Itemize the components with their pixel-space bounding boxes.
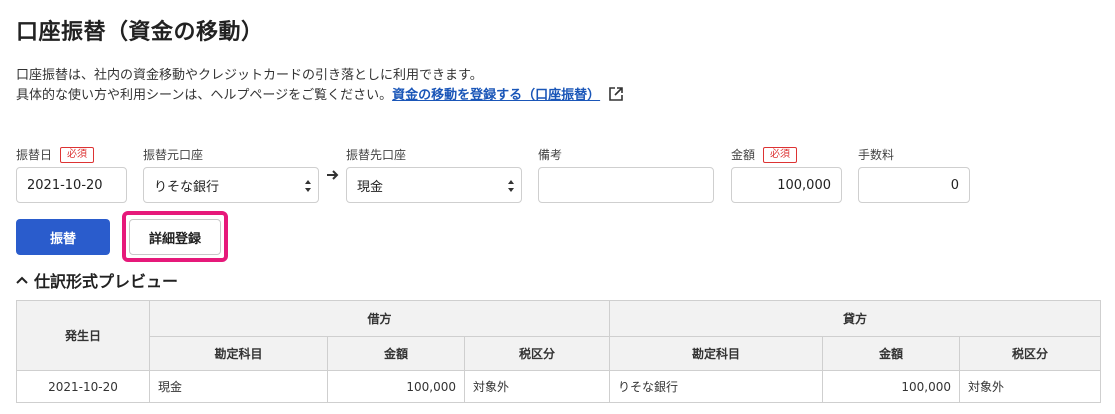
row-debit-amount: 100,000	[327, 370, 465, 403]
fee-input[interactable]: 0	[858, 167, 970, 203]
date-label-text: 振替日	[16, 148, 53, 162]
fee-label: 手数料	[858, 146, 894, 163]
required-badge: 必須	[60, 146, 95, 163]
amount-label: 金額 必須	[731, 146, 798, 163]
select-arrows-icon	[508, 180, 514, 192]
amount-input[interactable]: 100,000	[731, 167, 842, 203]
row-credit-amount: 100,000	[822, 370, 960, 403]
header-debit: 借方	[149, 300, 610, 337]
memo-label-text: 備考	[538, 148, 563, 162]
row-debit-account: 現金	[149, 370, 328, 403]
header-credit-tax: 税区分	[959, 336, 1101, 371]
from-account-value: りそな銀行	[154, 179, 220, 195]
to-account-value: 現金	[357, 179, 384, 195]
preview-toggle[interactable]: 仕訳形式プレビュー	[16, 268, 178, 292]
account-transfer-page: 口座振替（資金の移動） 口座振替は、社内の資金移動やクレジットカードの引き落とし…	[0, 0, 1115, 414]
to-account-label-text: 振替先口座	[346, 148, 407, 162]
header-credit: 貸方	[609, 300, 1101, 337]
detail-register-button[interactable]: 詳細登録	[129, 219, 221, 255]
description-line-2: 具体的な使い方や利用シーンは、ヘルプページをご覧ください。資金の移動を登録する（…	[16, 86, 624, 109]
journal-preview-table: 発生日 借方 貸方 勘定科目 金額 税区分 勘定科目 金額 税区分 2021-1…	[16, 300, 1101, 403]
to-account-select[interactable]: 現金	[346, 167, 522, 203]
help-page-link[interactable]: 資金の移動を登録する（口座振替）	[392, 88, 600, 103]
select-arrows-icon	[305, 180, 311, 192]
amount-value: 100,000	[777, 177, 831, 193]
description: 口座振替は、社内の資金移動やクレジットカードの引き落としに利用できます。 具体的…	[16, 66, 624, 109]
header-credit-account: 勘定科目	[609, 336, 823, 371]
external-link-icon[interactable]	[608, 86, 624, 109]
memo-input[interactable]	[538, 167, 714, 203]
header-debit-account: 勘定科目	[149, 336, 328, 371]
description-line-2-text: 具体的な使い方や利用シーンは、ヘルプページをご覧ください。	[16, 88, 393, 103]
to-account-label: 振替先口座	[346, 146, 406, 163]
amount-label-text: 金額	[731, 148, 756, 162]
fee-label-text: 手数料	[858, 148, 895, 162]
memo-label: 備考	[538, 146, 562, 163]
row-credit-account: りそな銀行	[609, 370, 823, 403]
fee-value: 0	[950, 177, 959, 193]
transfer-date-value: 2021-10-20	[27, 177, 103, 193]
row-credit-tax: 対象外	[959, 370, 1101, 403]
description-line-1: 口座振替は、社内の資金移動やクレジットカードの引き落としに利用できます。	[16, 68, 483, 83]
chevron-up-icon	[16, 276, 28, 284]
row-debit-tax: 対象外	[464, 370, 610, 403]
date-label: 振替日 必須	[16, 146, 95, 163]
header-credit-amount: 金額	[822, 336, 960, 371]
table-row: 2021-10-20 現金 100,000 対象外 りそな銀行 100,000 …	[16, 370, 1101, 403]
header-debit-amount: 金額	[327, 336, 465, 371]
arrow-right-icon	[327, 170, 339, 180]
transfer-date-input[interactable]: 2021-10-20	[16, 167, 127, 203]
preview-title: 仕訳形式プレビュー	[34, 272, 179, 291]
from-account-label-text: 振替元口座	[143, 148, 204, 162]
required-badge: 必須	[763, 146, 798, 163]
page-title: 口座振替（資金の移動）	[16, 20, 264, 45]
from-account-label: 振替元口座	[143, 146, 203, 163]
row-date: 2021-10-20	[16, 370, 150, 403]
header-date: 発生日	[16, 300, 150, 371]
from-account-select[interactable]: りそな銀行	[143, 167, 319, 203]
header-debit-tax: 税区分	[464, 336, 610, 371]
transfer-button[interactable]: 振替	[16, 219, 110, 255]
